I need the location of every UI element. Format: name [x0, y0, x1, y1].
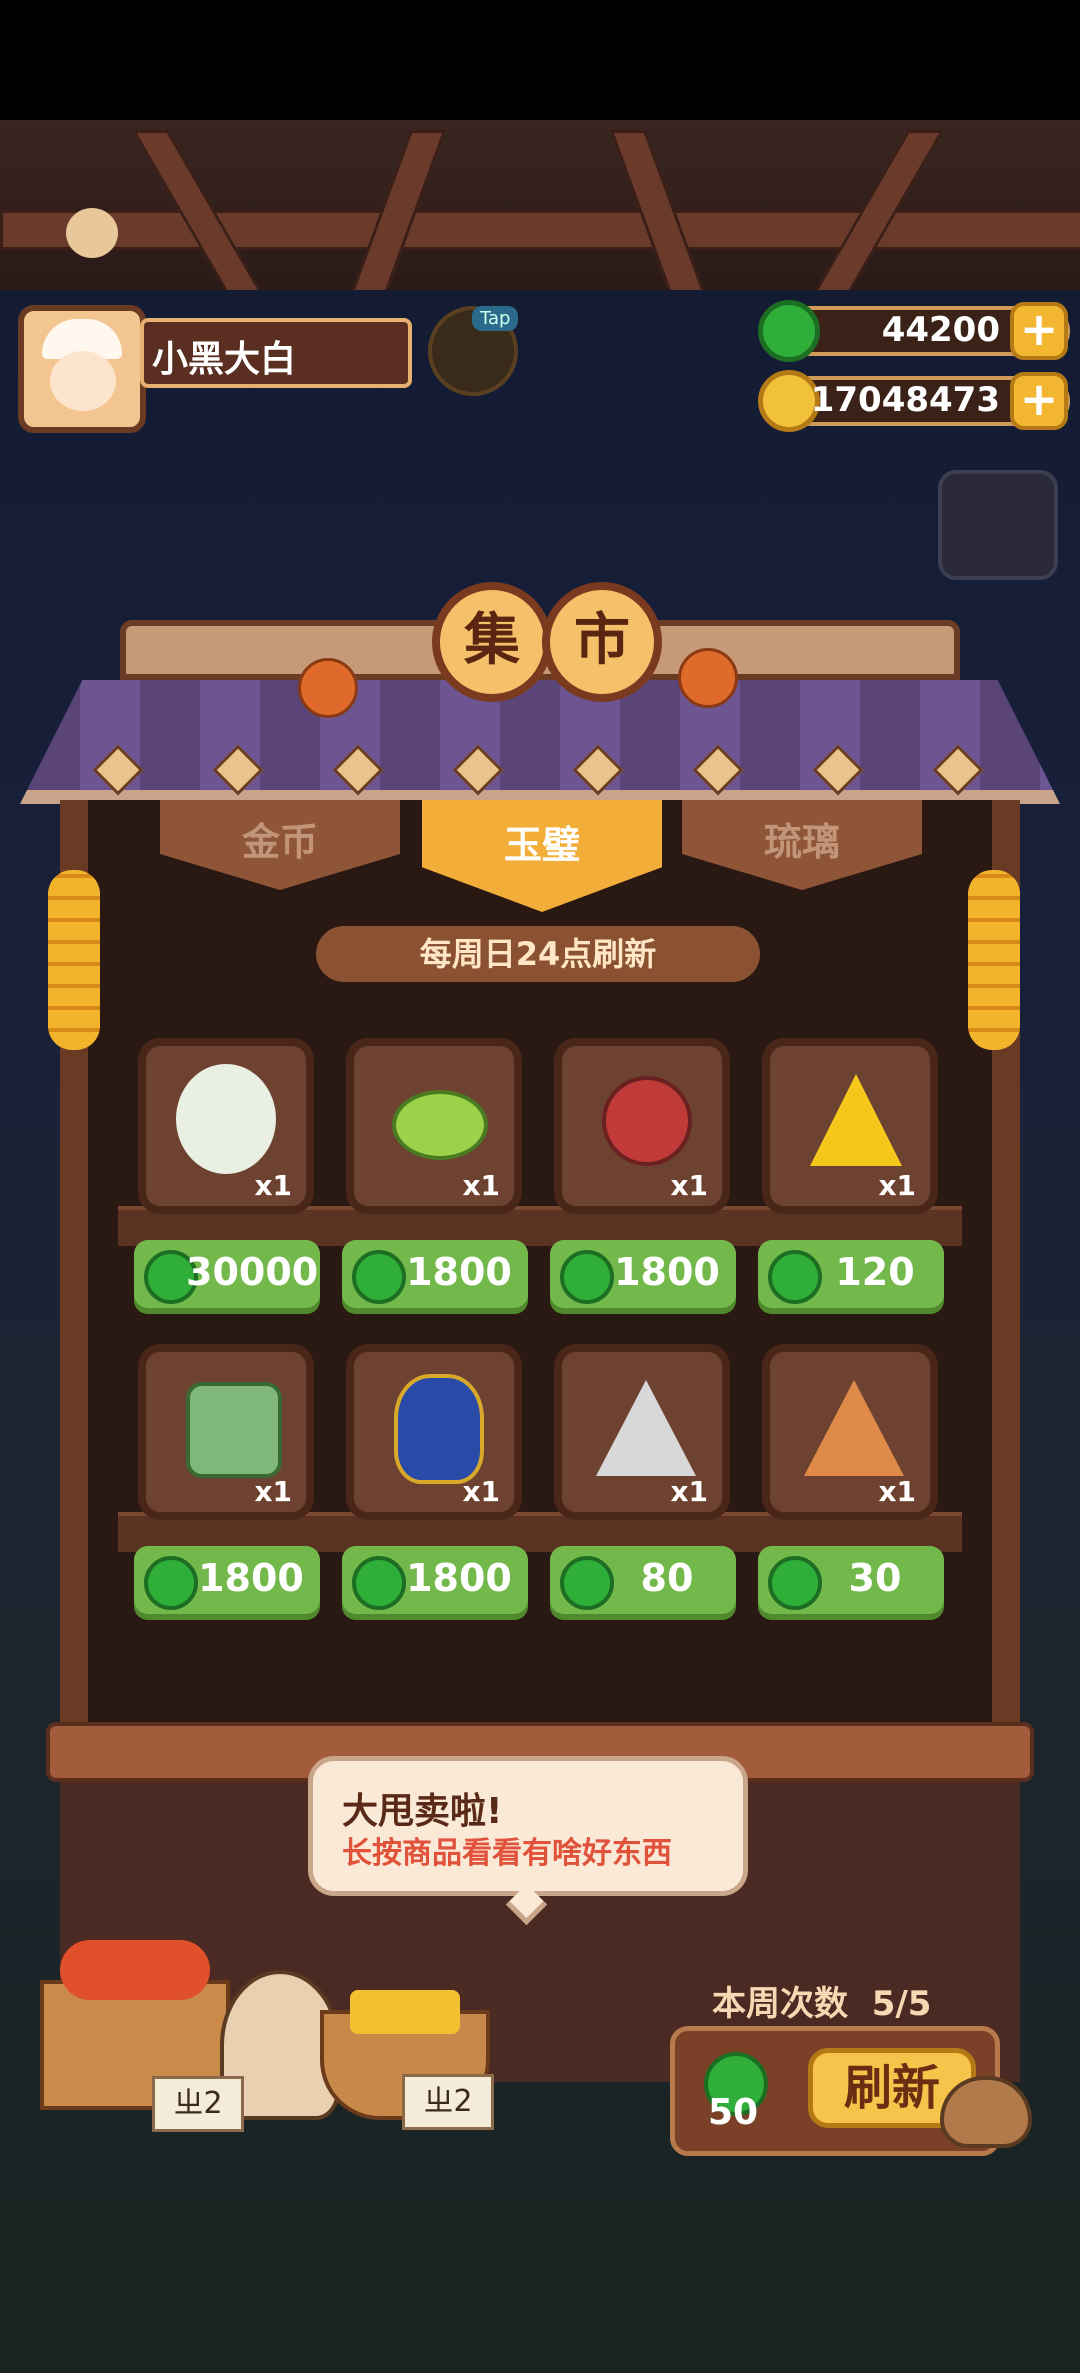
corn-icon: [968, 870, 1020, 1050]
status-bar: [0, 0, 1080, 120]
tomatoes-icon: [60, 1940, 210, 2000]
jade-amount: 44200: [881, 310, 1000, 350]
price-value: 80: [640, 1556, 694, 1600]
item-qty: x1: [670, 1475, 708, 1508]
price-sign: ㄓ2: [402, 2074, 494, 2130]
rafter-beam: [0, 210, 1080, 250]
tab-jade[interactable]: 玉璧: [422, 800, 662, 912]
gold-ingots-icon: [350, 1990, 460, 2034]
player-name: 小黑大白: [152, 339, 297, 380]
price-value: 1800: [406, 1556, 512, 1600]
chick-icon: [66, 208, 118, 258]
price-value: 120: [835, 1250, 915, 1294]
speech-subtitle: 长按商品看看有啥好东西: [342, 1836, 672, 1871]
notice-board-icon[interactable]: [938, 470, 1058, 580]
shop-item[interactable]: x1: [138, 1038, 314, 1214]
face-icon: [50, 351, 116, 411]
weekly-refresh-count: 本周次数 5/5: [712, 1976, 931, 2025]
vendor-stall: ㄓ2 ㄓ2: [40, 1940, 500, 2140]
refresh-schedule-note: 每周日24点刷新: [316, 926, 760, 982]
market-title-char: 集: [432, 582, 552, 702]
shop-item[interactable]: x1: [554, 1038, 730, 1214]
item-qty: x1: [878, 1169, 916, 1202]
orange-talisman-icon: [804, 1380, 904, 1476]
add-gold-button[interactable]: +: [1010, 372, 1068, 430]
price-sign: ㄓ2: [152, 2076, 244, 2132]
shop-item[interactable]: x1: [346, 1344, 522, 1520]
tap-badge: Tap: [472, 306, 519, 331]
price-value: 1800: [614, 1250, 720, 1294]
price-button[interactable]: 30: [758, 1546, 944, 1620]
item-qty: x1: [462, 1475, 500, 1508]
rafter-background: [0, 120, 1080, 296]
add-jade-button[interactable]: +: [1010, 302, 1068, 360]
market-roof: [20, 680, 1060, 804]
price-button[interactable]: 120: [758, 1240, 944, 1314]
flower-bird-icon: [602, 1076, 692, 1166]
jade-tablet-icon: [186, 1382, 282, 1478]
price-value: 1800: [198, 1556, 304, 1600]
tab-glaze[interactable]: 琉璃: [682, 800, 922, 890]
pet-icon: [940, 2076, 1032, 2148]
price-value: 30000: [186, 1250, 319, 1294]
tab-gold[interactable]: 金币: [160, 800, 400, 890]
currency-tabs: 金币 玉璧 琉璃: [150, 800, 930, 912]
item-qty: x1: [462, 1169, 500, 1202]
price-value: 1800: [406, 1250, 512, 1294]
item-qty: x1: [254, 1169, 292, 1202]
persimmon-icon: [678, 648, 738, 708]
yellow-talisman-icon: [810, 1074, 902, 1166]
refresh-cost: 50: [708, 2092, 759, 2133]
cloisonne-vase-icon: [394, 1374, 484, 1484]
item-qty: x1: [878, 1475, 916, 1508]
shop-item[interactable]: x1: [762, 1038, 938, 1214]
shop-item[interactable]: x1: [138, 1344, 314, 1520]
price-value: 30: [848, 1556, 902, 1600]
girl-character-icon: [176, 1064, 276, 1174]
price-button[interactable]: 1800: [550, 1240, 736, 1314]
green-gem-icon: [392, 1090, 488, 1160]
item-qty: x1: [254, 1475, 292, 1508]
gold-amount: 17048473: [810, 380, 1000, 420]
price-button[interactable]: 1800: [134, 1546, 320, 1620]
market-title-char: 市: [542, 582, 662, 702]
price-button[interactable]: 1800: [342, 1240, 528, 1314]
weekly-label: 本周次数: [712, 1984, 848, 2024]
weekly-count: 5/5: [871, 1984, 932, 2024]
price-button[interactable]: 30000: [134, 1240, 320, 1314]
item-qty: x1: [670, 1169, 708, 1202]
corn-icon: [48, 870, 100, 1050]
price-button[interactable]: 80: [550, 1546, 736, 1620]
white-talisman-icon: [596, 1380, 696, 1476]
speech-title: 大甩卖啦!: [342, 1791, 503, 1832]
persimmon-icon: [298, 658, 358, 718]
shop-item[interactable]: x1: [346, 1038, 522, 1214]
shop-item[interactable]: x1: [762, 1344, 938, 1520]
avatar[interactable]: [18, 305, 146, 433]
shop-item[interactable]: x1: [554, 1344, 730, 1520]
price-button[interactable]: 1800: [342, 1546, 528, 1620]
